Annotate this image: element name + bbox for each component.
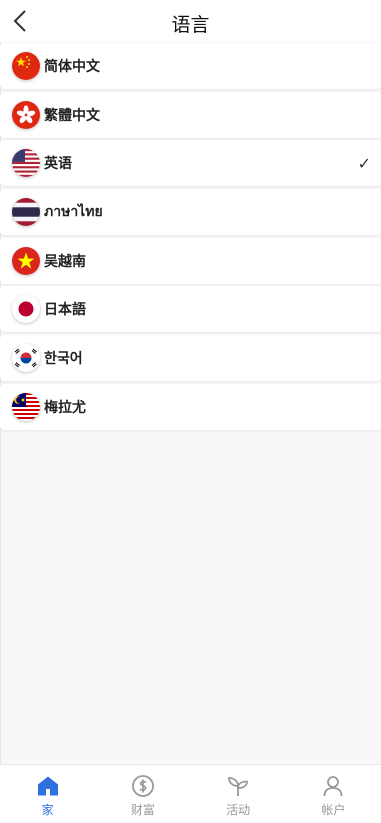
user-icon <box>323 776 343 797</box>
tab-activity[interactable]: 活动 <box>191 765 286 823</box>
language-label: 梅拉尤 <box>44 398 86 415</box>
usa-flag-icon <box>12 149 40 178</box>
sprout-icon <box>228 777 249 796</box>
language-item-thai[interactable]: ภาษาไทย <box>0 189 381 236</box>
language-label: 吴越南 <box>44 252 86 269</box>
language-item-english[interactable]: 英语 ✓ <box>0 140 381 187</box>
page-title: 语言 <box>171 15 210 36</box>
hongkong-flag-icon <box>12 100 40 129</box>
language-label: ภาษาไทย <box>44 203 103 220</box>
language-label: 日本語 <box>44 301 86 318</box>
language-label: 英语 <box>44 155 72 172</box>
language-list: 简体中文 繁體中文 英语 ✓ ภาษาไทย 吴越南 日本語 한국어 梅拉尤 <box>0 43 381 433</box>
language-item-malay[interactable]: 梅拉尤 <box>0 383 381 430</box>
tab-label: 帐户 <box>321 803 346 817</box>
language-item-vietnamese[interactable]: 吴越南 <box>0 237 381 284</box>
tab-account[interactable]: 帐户 <box>286 765 381 823</box>
check-icon: ✓ <box>357 156 371 174</box>
tab-label: 家 <box>41 803 54 817</box>
tab-home[interactable]: 家 <box>0 765 95 823</box>
thailand-flag-icon <box>12 198 40 227</box>
tab-label: 活动 <box>226 803 251 817</box>
china-flag-icon <box>12 52 40 80</box>
korea-flag-icon <box>12 344 40 373</box>
home-icon <box>37 776 58 796</box>
vietnam-flag-icon <box>12 246 40 275</box>
language-item-japanese[interactable]: 日本語 <box>0 286 381 333</box>
language-item-korean[interactable]: 한국어 <box>0 335 381 382</box>
language-label: 繁體中文 <box>44 106 100 123</box>
tab-wealth[interactable]: 财富 <box>95 765 190 823</box>
language-item-traditional-chinese[interactable]: 繁體中文 <box>0 91 381 138</box>
dollar-coin-icon <box>131 775 154 797</box>
language-label: 한국어 <box>44 350 83 367</box>
header: 语言 <box>0 0 381 42</box>
malaysia-flag-icon <box>12 392 40 421</box>
bottom-tab-bar: 家 财富 活动 帐户 <box>0 764 381 823</box>
language-label: 简体中文 <box>44 58 100 74</box>
tab-label: 财富 <box>130 803 155 817</box>
language-item-simplified-chinese[interactable]: 简体中文 <box>0 43 381 89</box>
japan-flag-icon <box>12 295 40 324</box>
